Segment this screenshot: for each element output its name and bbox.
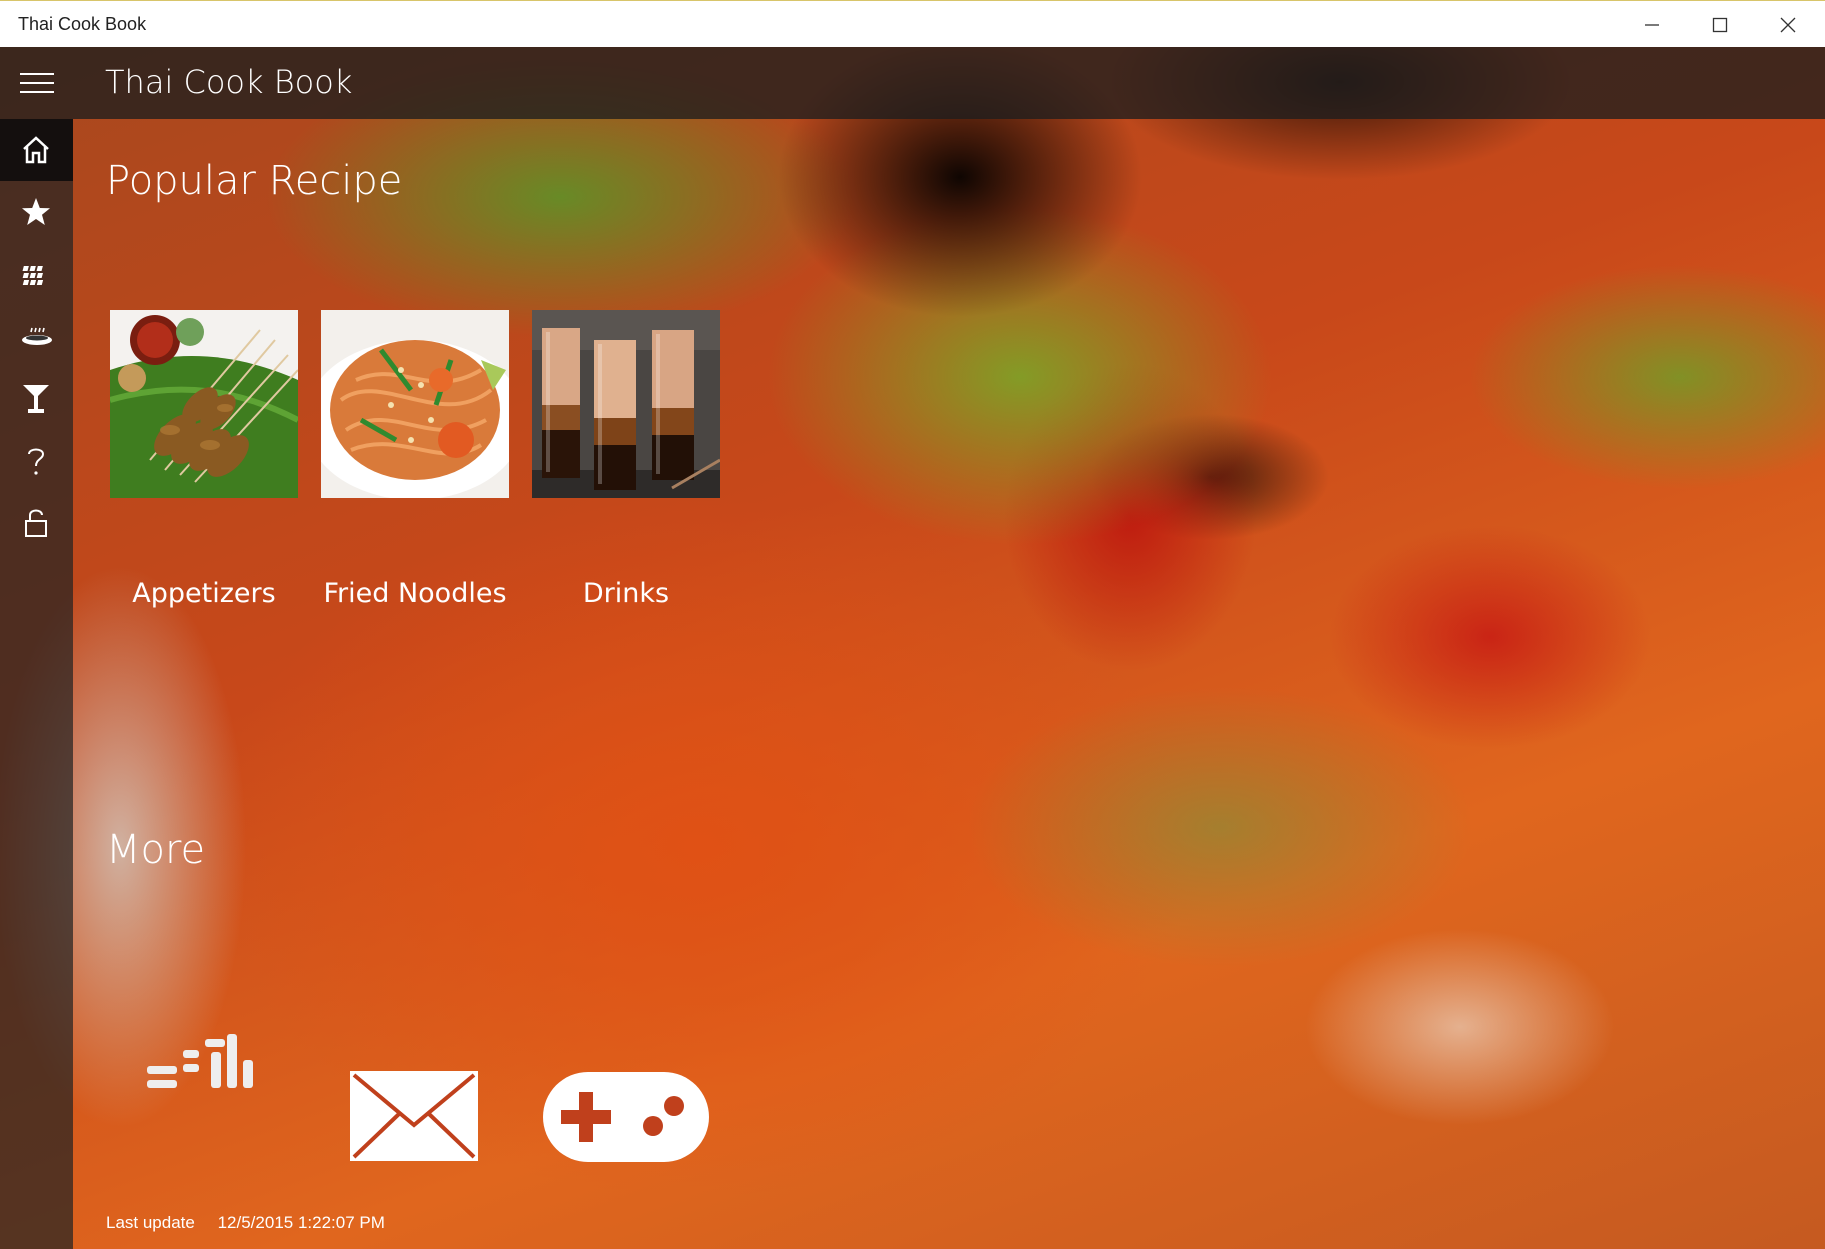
stats-button[interactable] xyxy=(147,1034,259,1099)
maximize-button[interactable] xyxy=(1685,1,1753,48)
grill-icon xyxy=(22,266,44,285)
more-title: More xyxy=(106,827,206,873)
fried-noodles-label[interactable]: Fried Noodles xyxy=(295,578,535,609)
dish-icon xyxy=(22,327,52,345)
fried-noodles-tile[interactable] xyxy=(321,310,509,498)
last-update: Last update 12/5/2015 1:22:07 PM xyxy=(106,1213,385,1233)
minimize-icon xyxy=(1645,24,1659,26)
appetizers-tile[interactable] xyxy=(110,310,298,498)
app-header: Thai Cook Book xyxy=(0,47,1825,119)
app-title: Thai Cook Book xyxy=(105,63,353,101)
envelope-icon xyxy=(350,1071,478,1161)
gamepad-icon xyxy=(543,1072,709,1162)
popular-recipe-title: Popular Recipe xyxy=(106,158,403,204)
app-content: Thai Cook Book Popular Recipe Appetizers… xyxy=(0,47,1825,1249)
sidebar-item-drinks[interactable] xyxy=(0,367,73,429)
sidebar-item-favorites[interactable] xyxy=(0,181,73,243)
sidebar-item-home[interactable] xyxy=(0,119,73,181)
cocktail-icon xyxy=(23,385,49,413)
maximize-icon xyxy=(1712,17,1728,33)
email-button[interactable] xyxy=(350,1071,478,1166)
home-icon xyxy=(23,136,49,164)
last-update-label: Last update xyxy=(106,1213,195,1232)
sidebar-item-ingredients[interactable] xyxy=(0,243,73,305)
sidebar-item-help[interactable] xyxy=(0,429,73,491)
sidebar-item-dishes[interactable] xyxy=(0,305,73,367)
pad-thai-image xyxy=(321,310,509,498)
bar-stats-icon xyxy=(147,1034,253,1088)
drinks-tile[interactable] xyxy=(532,310,720,498)
window-title: Thai Cook Book xyxy=(18,14,147,34)
hamburger-icon[interactable] xyxy=(20,73,54,93)
sidebar xyxy=(0,119,73,1249)
close-icon xyxy=(1780,17,1796,33)
window-titlebar: Thai Cook Book xyxy=(0,0,1825,47)
satay-skewers-image xyxy=(110,310,298,498)
drinks-label[interactable]: Drinks xyxy=(506,578,746,609)
close-button[interactable] xyxy=(1753,1,1821,48)
minimize-button[interactable] xyxy=(1617,1,1685,48)
star-icon xyxy=(22,198,50,225)
sidebar-item-lock[interactable] xyxy=(0,491,73,553)
thai-iced-tea-image xyxy=(532,310,720,498)
question-icon xyxy=(28,448,45,475)
appetizers-label[interactable]: Appetizers xyxy=(84,578,324,609)
lock-icon xyxy=(25,509,47,537)
games-button[interactable] xyxy=(543,1072,709,1167)
last-update-value: 12/5/2015 1:22:07 PM xyxy=(217,1213,385,1232)
